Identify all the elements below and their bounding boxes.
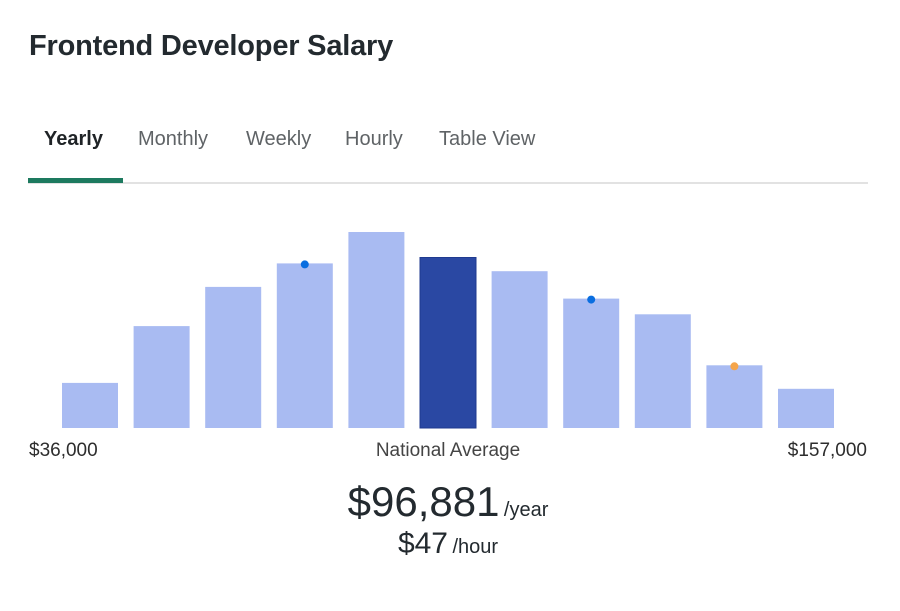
bar[interactable] xyxy=(133,326,190,428)
salary-distribution-chart xyxy=(62,232,834,429)
page-title: Frontend Developer Salary xyxy=(29,30,394,62)
hourly-salary-value: $47 xyxy=(397,527,448,560)
bar-national-average[interactable] xyxy=(419,257,477,429)
bar[interactable] xyxy=(778,388,834,428)
hourly-salary-unit: /hour xyxy=(452,536,499,558)
salary-period-tabs: Yearly Monthly Weekly Hourly Table View xyxy=(28,118,868,184)
yearly-salary-value: $96,881 xyxy=(347,478,500,525)
yearly-salary-unit: /year xyxy=(503,499,549,521)
bar[interactable] xyxy=(491,271,548,428)
blue-marker-dot xyxy=(587,295,596,304)
tab-weekly[interactable]: Weekly xyxy=(246,128,311,151)
tab-yearly[interactable]: Yearly xyxy=(44,128,103,151)
yearly-salary: $96,881 /year xyxy=(0,478,896,526)
max-salary-label: $157,000 xyxy=(787,440,867,461)
blue-marker-dot xyxy=(300,260,309,269)
orange-marker-dot xyxy=(730,362,739,371)
bar[interactable] xyxy=(348,232,405,428)
bar[interactable] xyxy=(205,286,262,428)
bar[interactable] xyxy=(276,263,333,428)
tab-hourly[interactable]: Hourly xyxy=(345,128,403,151)
national-average-caption: National Average xyxy=(375,440,521,461)
tab-monthly[interactable]: Monthly xyxy=(138,128,208,151)
hourly-salary: $47 /hour xyxy=(0,527,896,561)
bar[interactable] xyxy=(706,365,763,428)
bar[interactable] xyxy=(62,382,118,428)
bar[interactable] xyxy=(634,314,691,428)
bar[interactable] xyxy=(563,298,620,428)
tab-table-view[interactable]: Table View xyxy=(439,128,535,151)
active-tab-indicator xyxy=(28,178,123,183)
